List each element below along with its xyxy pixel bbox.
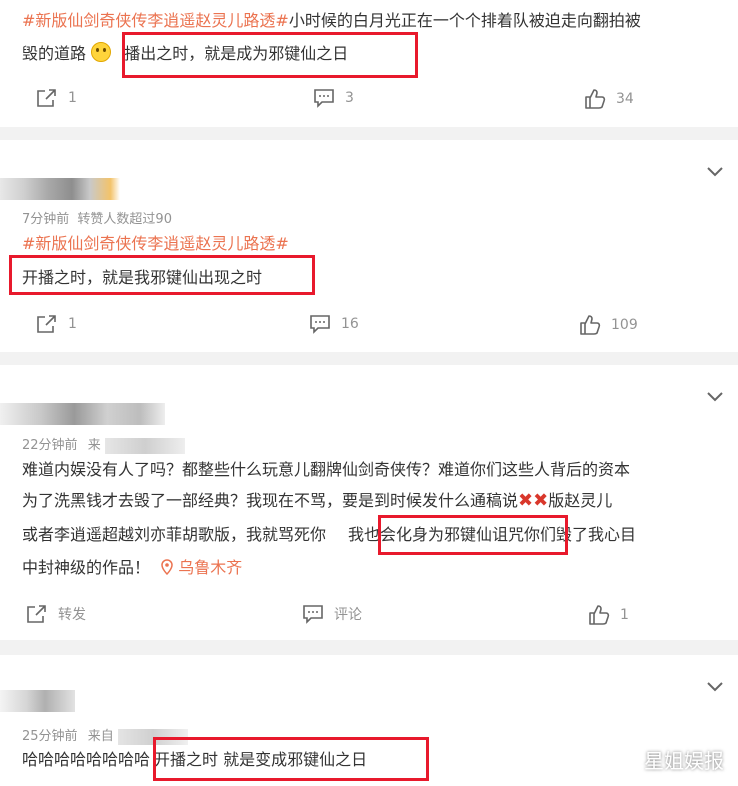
source-text: 来: [87, 438, 101, 453]
cross-mark-icon: ✖✖: [518, 490, 549, 511]
repost-button[interactable]: 1: [36, 88, 77, 108]
post-time: 22分钟前: [22, 438, 78, 453]
highlight-box: [153, 737, 429, 781]
chevron-down-icon[interactable]: [706, 391, 724, 403]
repost-button[interactable]: 转发: [26, 604, 86, 624]
comment-text-line-2: 为了洗黑钱才去毁了一部经典？我现在不骂，要是到时候发什么通稿说✖✖版赵灵儿: [22, 491, 612, 511]
like-icon: [589, 605, 610, 625]
share-icon: [37, 89, 56, 107]
comment-text: 难道内娱没有人了吗？都整些什么玩意儿翻牌仙剑奇侠传？难道你们这些人背后的资本: [22, 460, 631, 479]
chevron-down-icon[interactable]: [706, 166, 724, 178]
comment-card-1: #新版仙剑奇侠传李逍遥赵灵儿路透#小时候的白月光正在一个个排着队被迫走向翻拍被 …: [0, 0, 738, 127]
comment-text: 版赵灵儿: [548, 491, 613, 510]
comment-text: 中封神级的作品！: [22, 558, 151, 577]
comment-icon: [310, 315, 330, 334]
share-icon: [27, 605, 46, 623]
comment-text-line-4: 中封神级的作品！ 乌鲁木齐: [22, 558, 242, 578]
like-icon: [585, 89, 606, 109]
repost-count: 1: [68, 90, 77, 106]
post-time: 7分钟前: [22, 212, 70, 227]
topic-link[interactable]: #新版仙剑奇侠传李逍遥赵灵儿路透#: [22, 11, 289, 30]
highlight-box: [122, 32, 418, 78]
repost-button[interactable]: 1: [36, 314, 77, 334]
location-icon: [161, 559, 173, 576]
avatar-blurred[interactable]: [0, 403, 165, 425]
like-button[interactable]: 109: [579, 314, 638, 336]
comment-button[interactable]: 评论: [302, 604, 362, 624]
location-text: 乌鲁木齐: [178, 558, 243, 577]
comment-meta: 7分钟前 转赞人数超过90: [22, 208, 172, 227]
watermark: 星姐娱报: [644, 749, 724, 773]
comment-count: 16: [341, 316, 359, 332]
comment-text: 小时候的白月光正在一个个排着队被迫走向翻拍被: [288, 11, 641, 30]
comment-text: 毁的道路: [22, 44, 87, 63]
comment-text: 或者李逍遥超越刘亦菲胡歌版，我就骂死你: [22, 525, 327, 544]
comment-card-4: 25分钟前 来自 哈哈哈哈哈哈哈哈 开播之时 就是变成邪键仙之日: [0, 655, 738, 786]
source-blurred: [104, 437, 185, 454]
comment-label: 评论: [334, 607, 362, 623]
comment-topic-line: #新版仙剑奇侠传李逍遥赵灵儿路透#: [22, 234, 289, 254]
comment-icon: [303, 605, 323, 624]
source-text: 来自: [87, 729, 114, 744]
repost-label: 转发: [58, 607, 86, 623]
comment-meta: 22分钟前 来: [22, 434, 185, 454]
highlight-box: [378, 515, 568, 555]
comment-text: 为了洗黑钱才去毁了一部经典？我现在不骂，要是到时候发什么通稿说: [22, 491, 519, 510]
repost-count: 1: [68, 316, 77, 332]
topic-link[interactable]: #新版仙剑奇侠传李逍遥赵灵儿路透#: [22, 234, 289, 253]
like-button[interactable]: 1: [588, 604, 629, 626]
like-icon: [580, 315, 601, 335]
avatar-blurred[interactable]: [0, 178, 120, 200]
comment-text-line-1: #新版仙剑奇侠传李逍遥赵灵儿路透#小时候的白月光正在一个个排着队被迫走向翻拍被: [22, 11, 641, 31]
comment-card-2: 7分钟前 转赞人数超过90 #新版仙剑奇侠传李逍遥赵灵儿路透# 开播之时，就是我…: [0, 140, 738, 352]
comment-text: 哈哈哈哈哈哈哈哈: [22, 750, 151, 769]
post-time: 25分钟前: [22, 729, 78, 744]
comment-button[interactable]: 16: [309, 314, 359, 334]
comment-count: 3: [345, 90, 354, 106]
chevron-down-icon[interactable]: [706, 681, 724, 693]
comment-text-line-1: 难道内娱没有人了吗？都整些什么玩意儿翻牌仙剑奇侠传？难道你们这些人背后的资本: [22, 460, 630, 480]
like-count: 1: [620, 607, 629, 623]
highlight-box: [9, 255, 315, 295]
share-icon: [37, 315, 56, 333]
like-button[interactable]: 34: [584, 88, 634, 110]
location-link[interactable]: 乌鲁木齐: [161, 558, 242, 577]
comment-button[interactable]: 3: [313, 88, 354, 108]
avatar-blurred[interactable]: [0, 690, 75, 712]
comment-card-3: 22分钟前 来 难道内娱没有人了吗？都整些什么玩意儿翻牌仙剑奇侠传？难道你们这些…: [0, 365, 738, 640]
smile-emoji-icon: [91, 42, 112, 62]
comment-icon: [314, 89, 334, 108]
like-count: 109: [611, 317, 638, 333]
like-count: 34: [616, 91, 634, 107]
repost-info: 转赞人数超过90: [77, 212, 172, 227]
